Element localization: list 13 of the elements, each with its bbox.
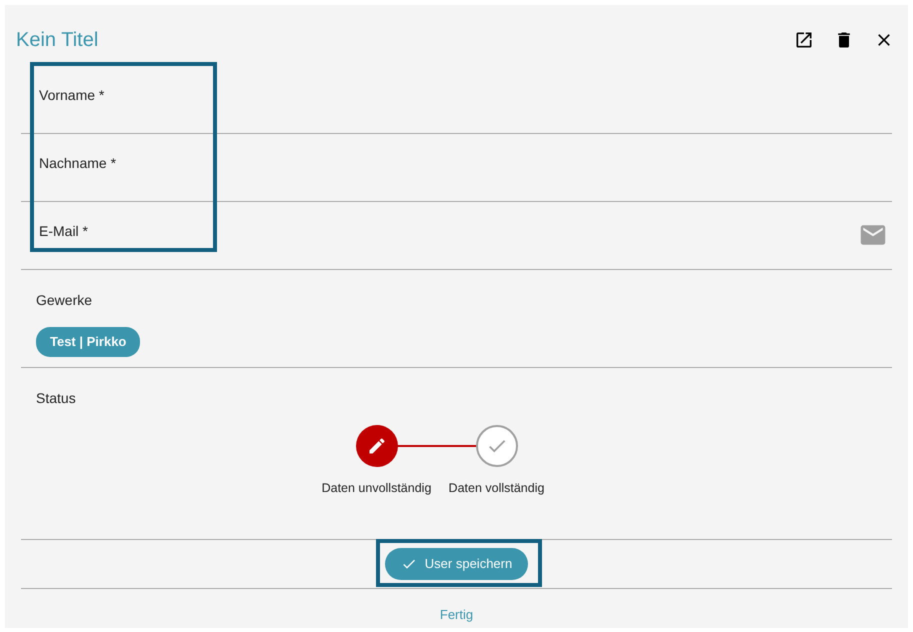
section-label: Status <box>36 389 77 408</box>
dialog-title: Kein Titel <box>16 28 98 52</box>
tag-chip[interactable]: Test | Pirkko <box>36 327 140 356</box>
save-button[interactable]: User speichern <box>384 548 528 580</box>
input-field[interactable]: Vorname * <box>21 66 892 112</box>
section-label: Gewerke <box>36 291 94 310</box>
envelope-icon <box>860 224 886 246</box>
done-link[interactable]: Fertig <box>440 605 474 624</box>
input-field[interactable]: Nachname * <box>21 134 892 180</box>
open-external-icon <box>794 30 814 50</box>
step-label: Daten unvollständig <box>322 481 432 496</box>
step-label: Daten vollständig <box>448 481 544 496</box>
input-field[interactable]: E-Mail * <box>21 202 860 248</box>
